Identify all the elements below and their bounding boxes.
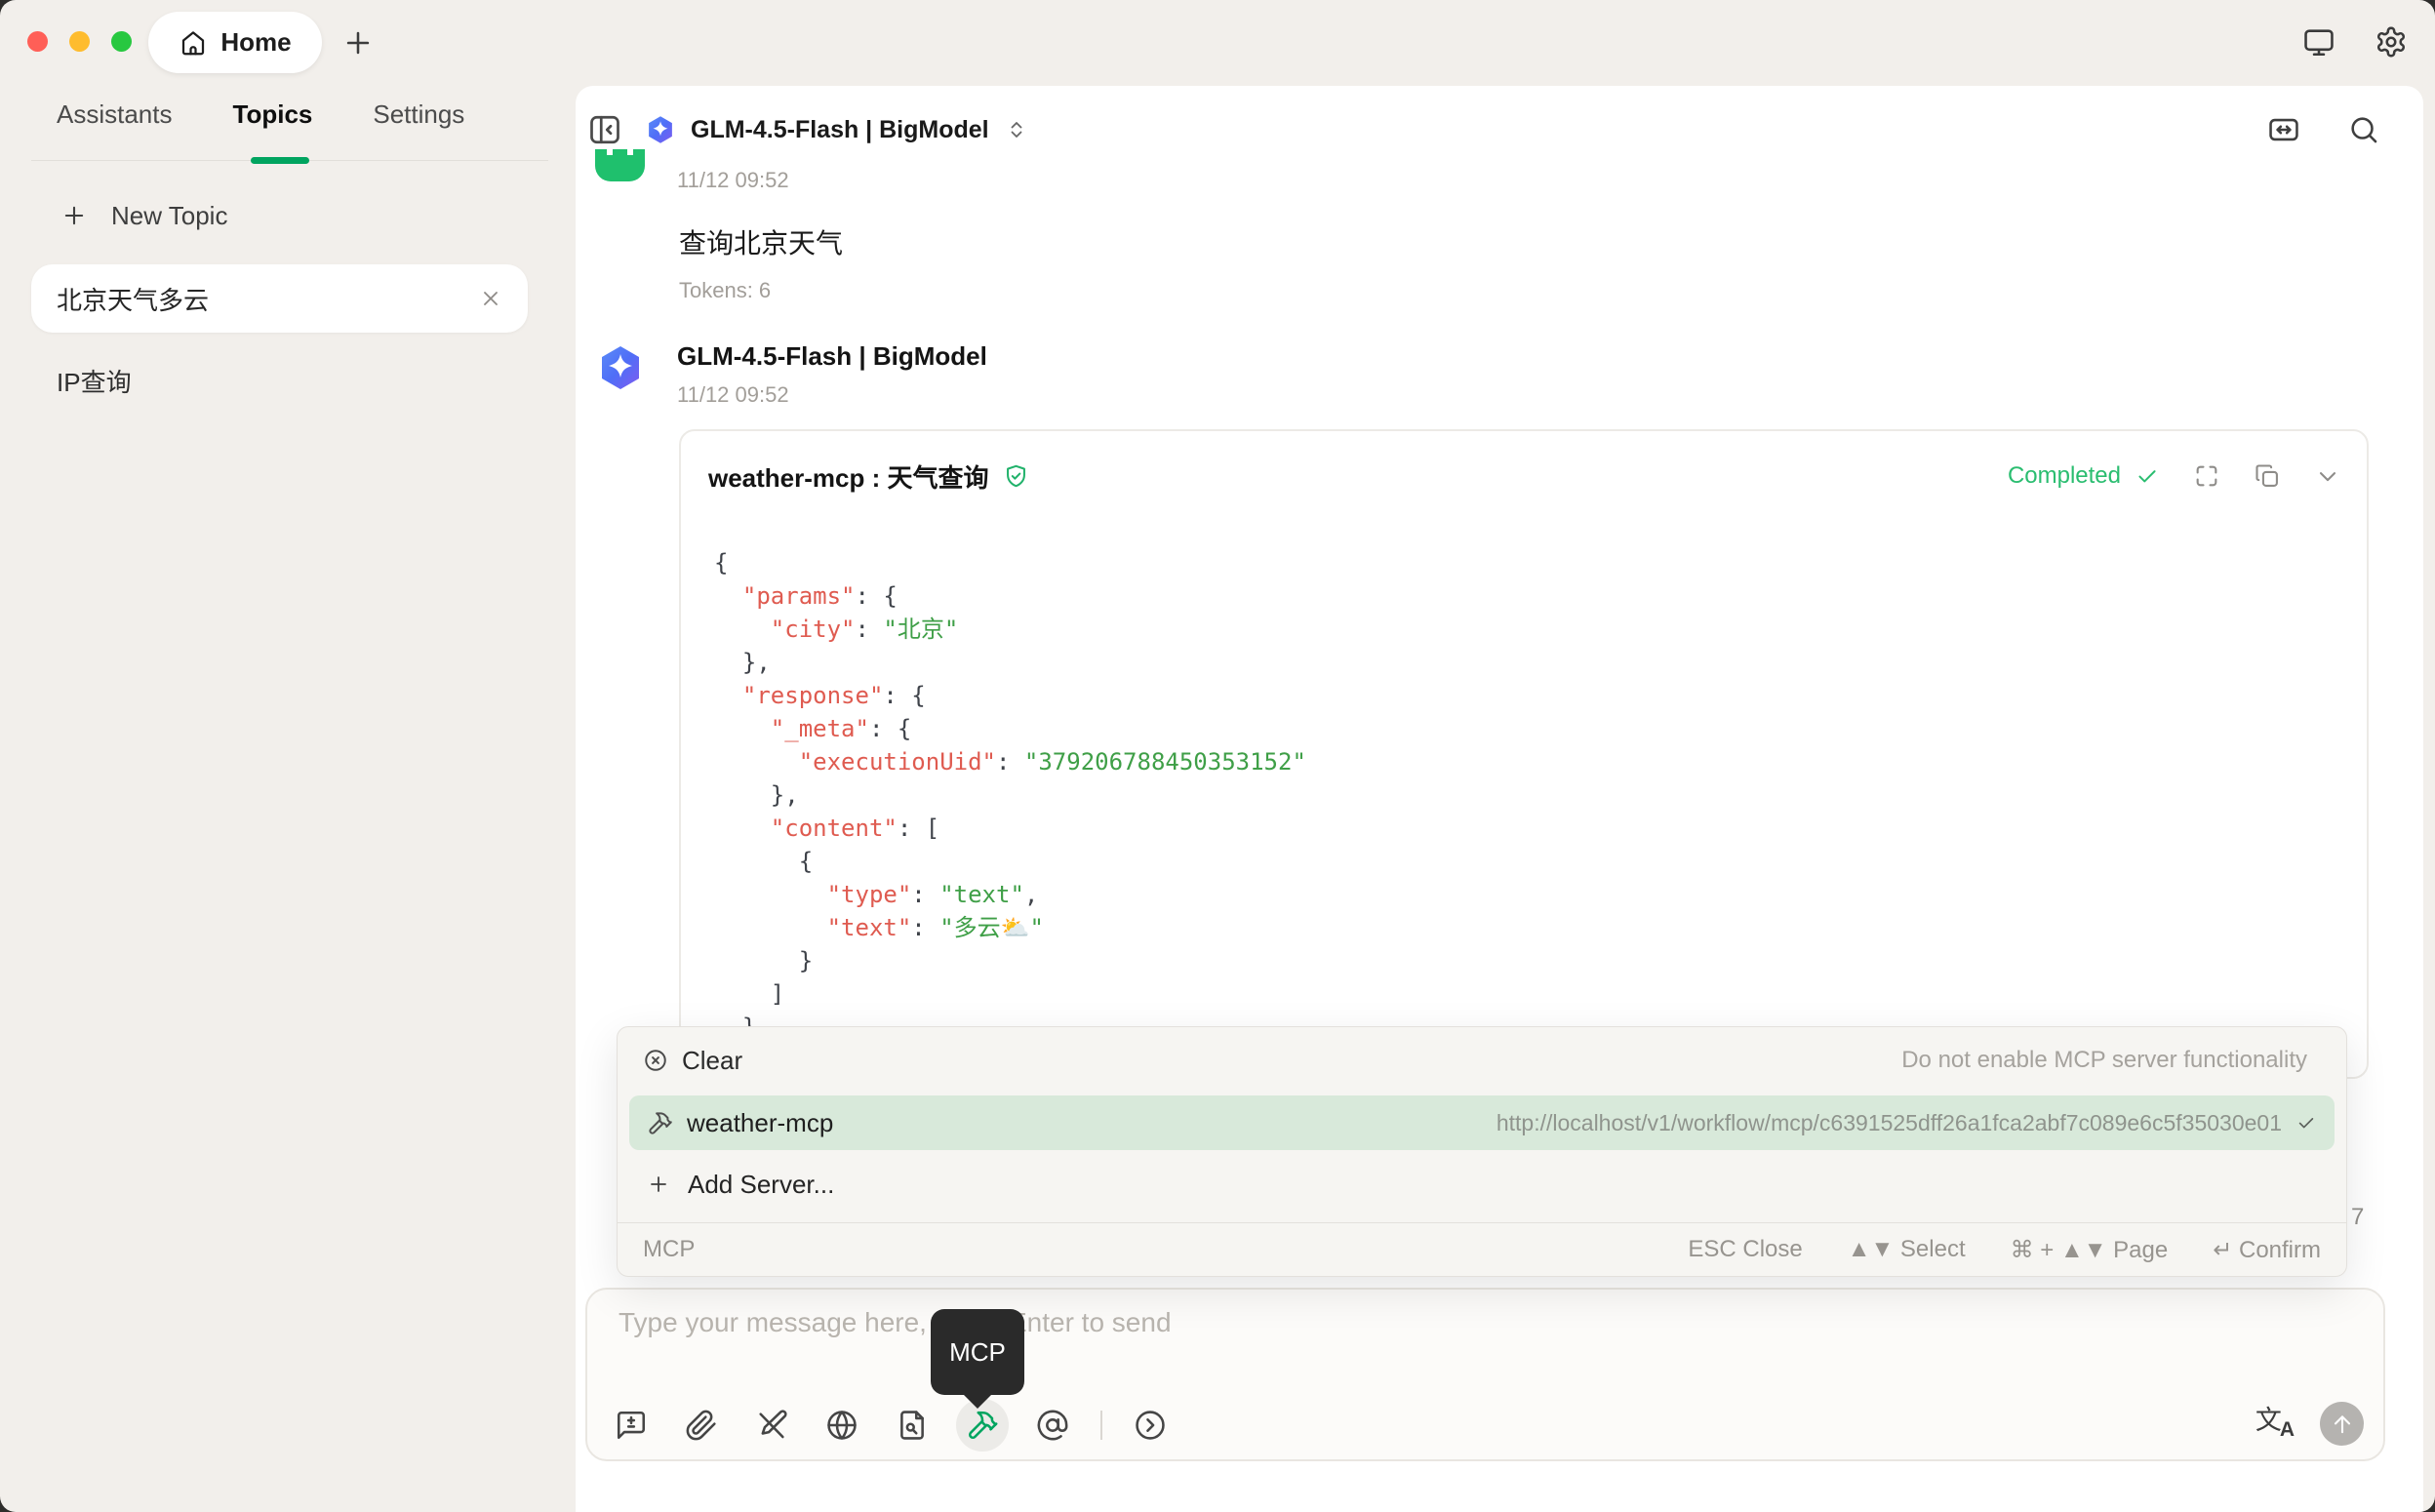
mcp-clear-row[interactable]: Clear Do not enable MCP server functiona…	[618, 1035, 2346, 1086]
chevron-down-icon[interactable]	[2314, 462, 2341, 490]
sidebar-tab-topics[interactable]: Topics	[233, 99, 313, 130]
mcp-server-name: weather-mcp	[687, 1108, 833, 1138]
tool-call-title: weather-mcp : 天气查询	[708, 458, 989, 495]
copy-icon[interactable]	[2254, 462, 2281, 490]
popup-footer-label: MCP	[643, 1236, 695, 1263]
mention-icon[interactable]	[1030, 1403, 1075, 1448]
topic-title: IP查询	[57, 363, 132, 399]
user-message-text: 查询北京天气	[679, 222, 843, 261]
sidebar-tab-settings[interactable]: Settings	[373, 99, 464, 130]
plus-icon	[647, 1173, 670, 1196]
glm-logo-icon	[646, 115, 675, 144]
expand-toolbar-icon[interactable]	[1128, 1403, 1173, 1448]
expand-width-icon[interactable]	[2267, 113, 2300, 146]
send-button[interactable]	[2320, 1402, 2364, 1446]
plus-icon	[60, 202, 88, 229]
mcp-clear-label: Clear	[682, 1046, 742, 1076]
tool-code: { "params": { "city": "北京" }, "response"…	[714, 546, 1306, 1077]
gear-icon[interactable]	[2375, 25, 2408, 59]
new-topic-button[interactable]: New Topic	[31, 184, 528, 247]
user-message-timestamp: 11/12 09:52	[677, 168, 789, 193]
chat-panel: GLM-4.5-Flash | BigModel 11/12 09:52 查询北…	[576, 86, 2423, 1512]
assistant-name: GLM-4.5-Flash | BigModel	[677, 341, 987, 372]
popup-footer: MCP ESC Close ▲▼ Select ⌘ + ▲▼ Page ↵ Confi…	[618, 1223, 2346, 1276]
model-selector[interactable]: GLM-4.5-Flash | BigModel	[691, 116, 989, 144]
new-context-icon[interactable]	[609, 1403, 654, 1448]
user-message-tokens: Tokens: 6	[679, 278, 771, 303]
toolbar-divider	[1100, 1411, 1102, 1440]
pen-off-icon[interactable]	[749, 1403, 794, 1448]
mcp-add-server-row[interactable]: Add Server...	[629, 1160, 2335, 1209]
new-topic-label: New Topic	[111, 201, 227, 231]
collapse-sidebar-icon[interactable]	[587, 112, 622, 147]
app-window: Home Assistants Topics Settings New Topi…	[0, 0, 2435, 1512]
close-window-button[interactable]	[27, 31, 48, 52]
tool-status: Completed	[2008, 462, 2121, 490]
check-icon	[2135, 463, 2160, 489]
circle-x-icon	[643, 1048, 668, 1073]
chat-header: GLM-4.5-Flash | BigModel	[576, 86, 2423, 174]
hammer-icon	[647, 1110, 673, 1136]
tool-call-card: weather-mcp : 天气查询 Completed	[679, 429, 2369, 1079]
assistant-message-timestamp: 11/12 09:52	[677, 382, 789, 408]
mcp-server-row-selected[interactable]: weather-mcp http://localhost/v1/workflow…	[629, 1095, 2335, 1150]
topic-item[interactable]: IP查询	[31, 346, 528, 415]
check-icon	[2295, 1112, 2317, 1134]
assistant-avatar	[597, 344, 644, 391]
window-controls	[27, 31, 132, 52]
home-icon	[179, 28, 208, 58]
popup-shortcuts: ESC Close ▲▼ Select ⌘ + ▲▼ Page ↵ Confirm	[1688, 1236, 2321, 1264]
shortcut-hint: ⌘ + ▲▼ Page	[2011, 1236, 2169, 1264]
sidebar-tab-assistants[interactable]: Assistants	[57, 99, 173, 130]
close-icon[interactable]	[479, 287, 502, 310]
new-tab-button[interactable]	[341, 26, 375, 60]
composer-toolbar	[609, 1403, 1173, 1448]
shortcut-hint: ▲▼ Select	[1848, 1236, 1966, 1264]
mcp-server-popup: Clear Do not enable MCP server functiona…	[617, 1026, 2347, 1277]
translate-icon[interactable]: 文A	[2255, 1408, 2295, 1440]
display-icon[interactable]	[2302, 25, 2335, 59]
shield-check-icon	[1003, 463, 1029, 490]
mcp-tooltip-label: MCP	[949, 1337, 1006, 1368]
web-search-icon[interactable]	[819, 1403, 864, 1448]
search-icon[interactable]	[2347, 113, 2380, 146]
user-avatar	[595, 149, 645, 181]
mcp-server-url: http://localhost/v1/workflow/mcp/c639152…	[1497, 1110, 2282, 1136]
tab-home[interactable]: Home	[148, 12, 322, 73]
mcp-add-server-label: Add Server...	[688, 1170, 834, 1200]
shortcut-hint: ↵ Confirm	[2213, 1236, 2321, 1264]
mcp-tooltip: MCP	[931, 1309, 1024, 1395]
topic-title: 北京天气多云	[57, 281, 209, 317]
tab-home-label: Home	[220, 27, 291, 58]
message-input[interactable]	[617, 1305, 2123, 1372]
fullscreen-icon[interactable]	[2193, 462, 2220, 490]
active-tab-indicator	[251, 157, 309, 164]
chevrons-up-down-icon[interactable]	[1005, 118, 1028, 141]
composer: 文A	[585, 1288, 2385, 1461]
tool-call-header[interactable]: weather-mcp : 天气查询 Completed	[681, 431, 2367, 521]
sidebar: Assistants Topics Settings New Topic 北京天…	[0, 86, 576, 1512]
knowledge-base-icon[interactable]	[890, 1403, 935, 1448]
mcp-disable-hint[interactable]: Do not enable MCP server functionality	[1901, 1047, 2307, 1074]
shortcut-hint: ESC Close	[1688, 1236, 1802, 1264]
topic-item-active[interactable]: 北京天气多云	[31, 264, 528, 333]
zoom-window-button[interactable]	[111, 31, 132, 52]
overflow-text-fragment: 7	[2351, 1204, 2364, 1231]
minimize-window-button[interactable]	[69, 31, 90, 52]
attachment-icon[interactable]	[679, 1403, 724, 1448]
